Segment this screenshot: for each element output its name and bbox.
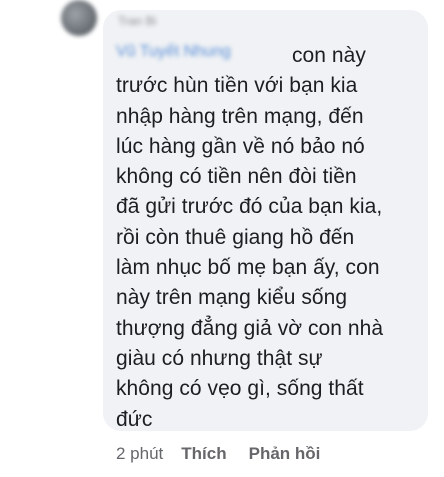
reply-button[interactable]: Phản hồi (249, 444, 321, 464)
commenter-avatar[interactable] (61, 0, 97, 36)
comment-line: đã gửi trước đó của bạn kia, (116, 195, 383, 219)
comment-line: nhập hàng trên mạng, đến (116, 104, 364, 128)
like-button[interactable]: Thích (181, 444, 226, 464)
comment-body: con này trước hùn tiền với bạn kia nhập … (116, 41, 426, 435)
comment-line: rồi còn thuê giang hồ đến (116, 225, 355, 249)
comment-line: trước hùn tiền với bạn kia (116, 74, 358, 98)
comment-actions: 2 phút Thích Phản hồi (116, 443, 320, 465)
comment-line: không có tiền nên đòi tiền (116, 165, 357, 189)
comment-line: con này (292, 44, 366, 67)
comment-line: lúc hàng gần về nó bảo nó (116, 134, 365, 158)
comment-line: này trên mạng kiểu sống (116, 286, 348, 310)
comment-line: giàu có nhưng thật sự (116, 346, 323, 370)
commenter-name[interactable]: Tran Bi (118, 14, 178, 28)
comment-line: không có vẹo gì, sống thất (116, 377, 364, 401)
comment-line: đức (116, 407, 153, 431)
comment-line: làm nhục bố mẹ bạn ấy, con (116, 256, 380, 280)
comment-timestamp[interactable]: 2 phút (116, 444, 163, 464)
comment-line: thượng đẳng giả vờ con nhà (116, 316, 384, 340)
